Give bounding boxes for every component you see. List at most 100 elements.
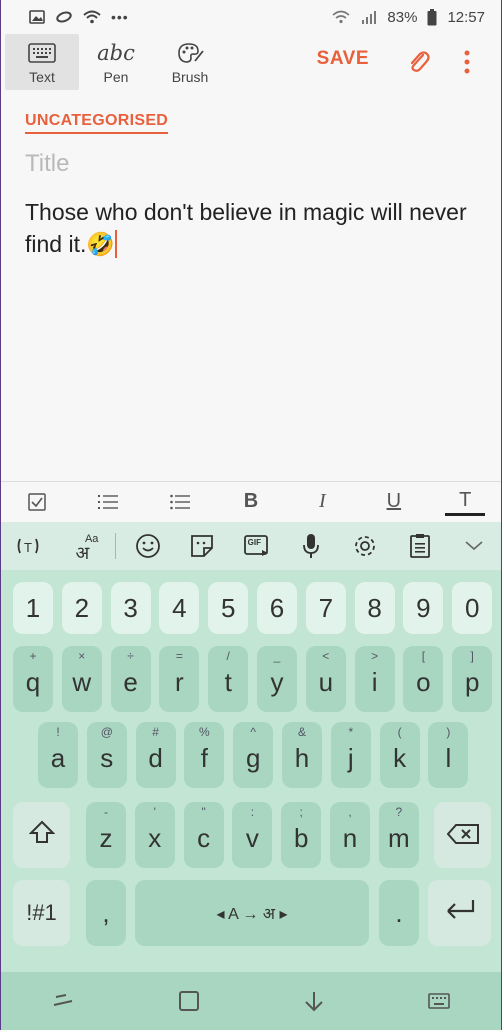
key-7[interactable]: 7 <box>305 582 346 634</box>
key-label: l <box>445 742 452 773</box>
key-o[interactable]: [o <box>403 646 444 712</box>
chevron-down-icon[interactable] <box>452 524 496 568</box>
brush-mode-button[interactable]: Brush <box>153 34 227 90</box>
title-input[interactable]: Title <box>25 150 69 178</box>
save-button[interactable]: SAVE <box>317 48 369 70</box>
key-label: 7 <box>318 592 334 623</box>
attach-icon[interactable] <box>405 48 431 79</box>
key-label: b <box>293 822 309 853</box>
clock: 12:57 <box>447 8 485 26</box>
symbols-key[interactable]: !#1 <box>13 880 70 946</box>
home-icon[interactable] <box>164 981 214 1021</box>
key-u[interactable]: < u <box>305 646 346 712</box>
language-icon[interactable]: Aa अ <box>60 524 104 568</box>
key-r[interactable]: = r <box>159 646 200 712</box>
period-key[interactable]: . <box>379 880 419 946</box>
battery-percent: 83% <box>387 8 418 26</box>
note-body-input[interactable]: Those who don't believe in magic will ne… <box>25 196 485 260</box>
key-5[interactable]: 5 <box>208 582 249 634</box>
key-label: 9 <box>416 592 431 623</box>
key-k[interactable]: (k <box>379 722 420 788</box>
text-prediction-icon[interactable]: T <box>6 524 50 568</box>
microphone-icon[interactable] <box>289 524 333 568</box>
key-w[interactable]: × w <box>61 646 102 712</box>
key-label: u <box>318 666 334 697</box>
bulleted-list-icon[interactable] <box>160 484 200 520</box>
enter-key[interactable] <box>428 880 491 946</box>
key-2[interactable]: 2 <box>61 582 102 634</box>
key-label: p <box>464 666 480 697</box>
space-key[interactable]: ◂ A → अ ▸ <box>135 880 369 946</box>
checkbox-icon[interactable] <box>17 484 57 520</box>
key-c[interactable]: " c <box>183 802 224 868</box>
key-d[interactable]: # d <box>135 722 176 788</box>
key-3[interactable]: 3 <box>110 582 151 634</box>
key-s[interactable]: @ s <box>86 722 127 788</box>
key-label: 2 <box>74 592 90 623</box>
brush-mode-label: Brush <box>171 69 209 85</box>
key-label: 6 <box>269 592 285 623</box>
key-4[interactable]: 4 <box>159 582 200 634</box>
key-hint: " <box>201 805 206 819</box>
key-hint: ) <box>446 725 451 739</box>
gif-icon[interactable]: GIF <box>235 524 279 568</box>
more-options-icon[interactable] <box>463 50 471 79</box>
key-hint: [ <box>421 649 426 663</box>
numbered-list-icon[interactable] <box>88 484 128 520</box>
key-8[interactable]: 8 <box>354 582 395 634</box>
pen-mode-button[interactable]: abc Pen <box>79 34 153 90</box>
category-selector[interactable]: UNCATEGORISED <box>25 112 169 134</box>
text-mode-button[interactable]: Text <box>5 34 79 90</box>
key-label: k <box>393 742 407 773</box>
emoji: 🤣 <box>86 231 116 257</box>
key-label: h <box>294 742 310 773</box>
key-f[interactable]: % f <box>184 722 225 788</box>
key-6[interactable]: 6 <box>257 582 297 634</box>
text-mode-label: Text <box>29 69 55 85</box>
key-0[interactable]: 0 <box>452 582 493 634</box>
clipboard-icon[interactable] <box>398 524 442 568</box>
key-g[interactable]: ^ g <box>233 722 274 788</box>
key-j[interactable]: * j <box>330 722 371 788</box>
key-label: g <box>245 742 261 773</box>
key-i[interactable]: > i <box>354 646 395 712</box>
key-label: a <box>50 742 66 773</box>
key-q[interactable]: + q <box>13 646 53 712</box>
cell-signal-icon <box>361 10 377 24</box>
backspace-key[interactable] <box>434 802 491 868</box>
key-h[interactable]: & h <box>282 722 322 788</box>
key-label: e <box>123 666 138 697</box>
key-label: 1 <box>25 592 41 623</box>
text-color-icon[interactable]: T <box>445 488 486 516</box>
recents-icon[interactable] <box>39 981 89 1021</box>
key-b[interactable]: ; b <box>281 802 322 868</box>
key-hint: ? <box>395 805 403 819</box>
italic-icon[interactable]: I <box>302 484 342 520</box>
settings-icon[interactable] <box>343 524 387 568</box>
comma-key[interactable]: , <box>86 880 126 946</box>
bold-icon[interactable]: B <box>231 484 271 520</box>
keyboard-switch-icon[interactable] <box>414 981 464 1021</box>
back-icon[interactable] <box>289 981 339 1021</box>
key-l[interactable]: ) l <box>428 722 469 788</box>
key-n[interactable]: ,n <box>330 802 370 868</box>
shift-key[interactable] <box>13 802 70 868</box>
wifi-signal-icon <box>331 9 351 25</box>
key-label: , <box>102 897 110 928</box>
key-v[interactable]: :v <box>232 802 273 868</box>
key-e[interactable]: ÷ e <box>110 646 151 712</box>
key-9[interactable]: 9 <box>403 582 444 634</box>
key-z[interactable]: -z <box>86 802 126 868</box>
key-m[interactable]: ? m <box>378 802 419 868</box>
key-p[interactable]: ] p <box>452 646 493 712</box>
key-label: m <box>387 822 410 853</box>
key-x[interactable]: ' x <box>134 802 175 868</box>
key-t[interactable]: / t <box>208 646 249 712</box>
emoji-icon[interactable] <box>126 524 170 568</box>
underline-icon[interactable]: U <box>374 484 414 520</box>
key-a[interactable]: ! a <box>38 722 78 788</box>
key-y[interactable]: _ y <box>257 646 297 712</box>
key-label: i <box>371 666 378 697</box>
sticker-icon[interactable] <box>180 524 224 568</box>
key-1[interactable]: 1 <box>13 582 53 634</box>
